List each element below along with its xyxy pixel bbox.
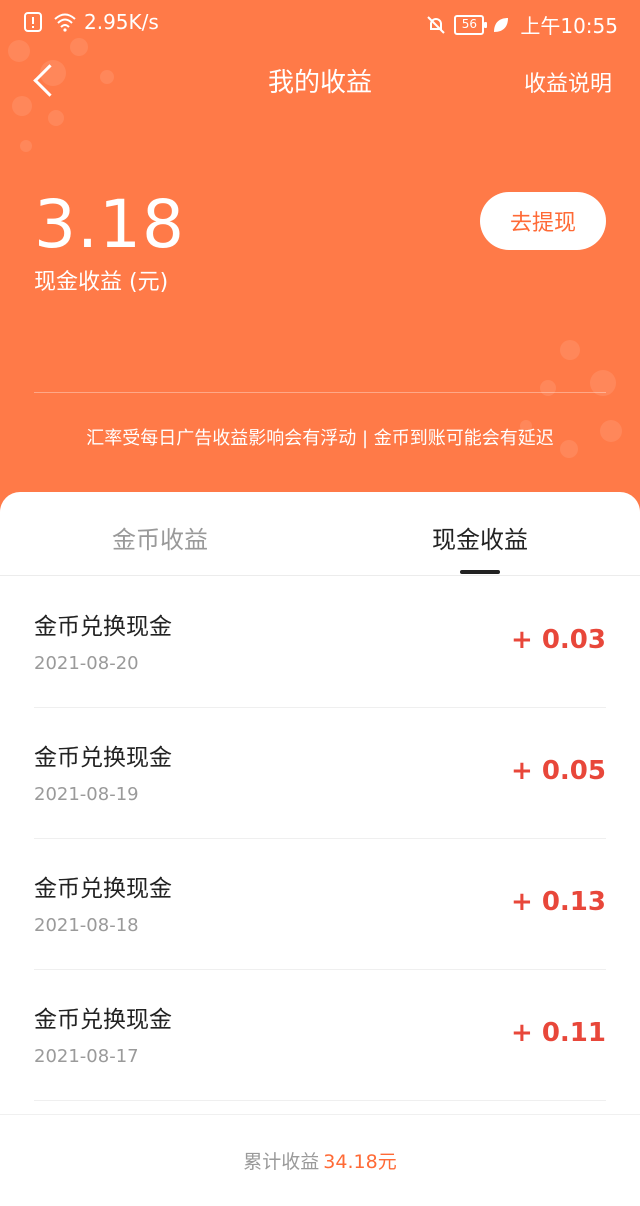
cash-amount: 3.18: [34, 186, 185, 263]
total-earnings-footer: 累计收益 34.18元: [0, 1114, 640, 1206]
total-earnings-value: 34.18元: [323, 1151, 397, 1173]
nav-bar: 我的收益 收益说明: [0, 52, 640, 108]
withdraw-button[interactable]: 去提现: [480, 192, 606, 250]
active-tab-indicator: [460, 570, 500, 574]
status-bar: 2.95K/s 56 上午10:55: [0, 0, 640, 44]
record-title: 金币兑换现金: [34, 614, 172, 640]
record-title: 金币兑换现金: [34, 876, 172, 902]
decor-dot: [20, 140, 32, 152]
network-speed: 2.95K/s: [84, 10, 159, 34]
tab-coin-earnings[interactable]: 金币收益: [0, 520, 320, 555]
header-divider: [34, 392, 606, 393]
bell-muted-icon: [426, 15, 446, 35]
battery-indicator: 56: [454, 14, 488, 35]
earnings-card: 金币收益 现金收益 金币兑换现金 2021-08-20 + 0.03 金币兑换现…: [0, 492, 640, 1206]
record-date: 2021-08-19: [34, 784, 139, 805]
leaf-icon: [492, 15, 512, 35]
cash-amount-label: 现金收益 (元): [34, 270, 169, 295]
record-amount: + 0.13: [511, 887, 606, 917]
record-title: 金币兑换现金: [34, 1007, 172, 1033]
decor-dot: [48, 110, 64, 126]
record-amount: + 0.05: [511, 756, 606, 786]
total-earnings-label: 累计收益: [243, 1151, 320, 1173]
earnings-info-link[interactable]: 收益说明: [524, 66, 612, 98]
list-item[interactable]: 金币兑换现金 2021-08-19 + 0.05: [34, 708, 606, 839]
wifi-icon: [54, 12, 76, 32]
record-amount: + 0.11: [511, 1018, 606, 1048]
earnings-list: 金币兑换现金 2021-08-20 + 0.03 金币兑换现金 2021-08-…: [0, 577, 640, 1101]
list-item[interactable]: 金币兑换现金 2021-08-17 + 0.11: [34, 970, 606, 1101]
decor-dot: [540, 380, 556, 396]
tab-cash-earnings[interactable]: 现金收益: [320, 520, 640, 555]
list-item[interactable]: 金币兑换现金 2021-08-20 + 0.03: [34, 577, 606, 708]
record-date: 2021-08-20: [34, 653, 139, 674]
list-item[interactable]: 金币兑换现金 2021-08-18 + 0.13: [34, 839, 606, 970]
record-amount: + 0.03: [511, 625, 606, 655]
decor-dot: [560, 340, 580, 360]
sim-alert-icon: [24, 12, 44, 32]
record-date: 2021-08-17: [34, 1046, 139, 1067]
status-time: 上午10:55: [520, 14, 618, 38]
earnings-tabs: 金币收益 现金收益: [0, 492, 640, 576]
rate-notice: 汇率受每日广告收益影响会有浮动 | 金币到账可能会有延迟: [86, 428, 554, 449]
record-date: 2021-08-18: [34, 915, 139, 936]
record-title: 金币兑换现金: [34, 745, 172, 771]
